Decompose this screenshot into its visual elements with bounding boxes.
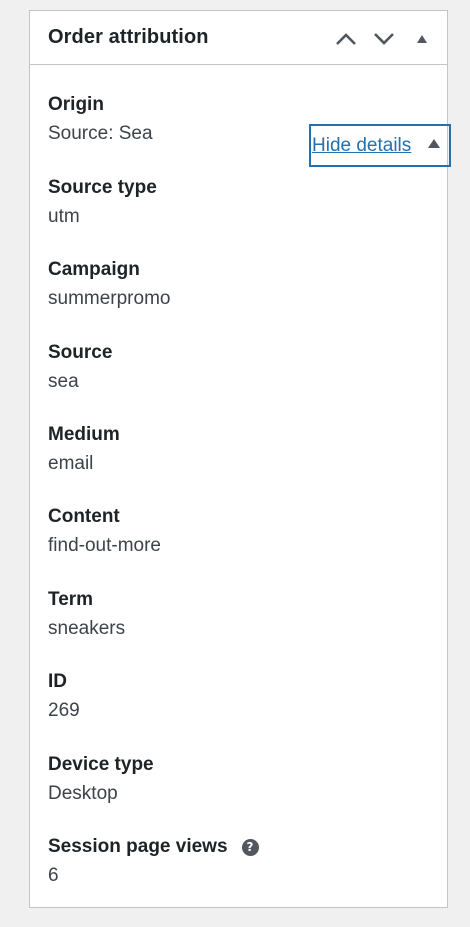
field-id: ID 269 [48, 670, 431, 723]
move-down-button[interactable] [369, 26, 399, 52]
field-value: find-out-more [48, 535, 161, 556]
hide-details-toggle[interactable]: Hide details [309, 124, 451, 167]
chevron-down-icon [374, 33, 394, 45]
field-value: 6 [48, 865, 59, 886]
field-label: Session page views [48, 836, 228, 857]
field-label: Term [48, 589, 94, 610]
panel-header: Order attribution [30, 11, 447, 65]
triangle-up-icon [428, 139, 440, 148]
field-source-type: Source type utm [48, 176, 431, 229]
field-session-page-views: Session page views ? 6 [48, 835, 431, 888]
field-label: ID [48, 671, 67, 692]
chevron-up-icon [336, 33, 356, 45]
hide-details-link[interactable]: Hide details [312, 135, 411, 157]
order-attribution-panel: Order attribution Origin Source: Sea Hid… [29, 10, 451, 908]
field-label: Campaign [48, 259, 140, 280]
toggle-panel-button[interactable] [407, 26, 437, 52]
field-label: Content [48, 506, 120, 527]
field-term: Term sneakers [48, 588, 431, 641]
field-value: utm [48, 206, 80, 227]
field-label: Source type [48, 177, 157, 198]
field-label: Device type [48, 754, 154, 775]
field-value: Desktop [48, 783, 118, 804]
field-value: email [48, 453, 94, 474]
panel-header-controls [323, 26, 437, 52]
field-content: Content find-out-more [48, 505, 431, 558]
field-source: Source sea [48, 341, 431, 394]
field-label-row: Session page views ? [48, 835, 431, 859]
field-value: sneakers [48, 618, 126, 639]
triangle-up-icon [417, 35, 427, 43]
help-icon[interactable]: ? [241, 838, 259, 856]
field-label: Source [48, 342, 113, 363]
field-medium: Medium email [48, 423, 431, 476]
field-device-type: Device type Desktop [48, 753, 431, 806]
panel-title: Order attribution [48, 26, 209, 48]
field-campaign: Campaign summerpromo [48, 258, 431, 311]
field-value: 269 [48, 700, 80, 721]
field-value: summerpromo [48, 288, 171, 309]
field-value: sea [48, 371, 79, 392]
field-label: Origin [48, 94, 104, 115]
field-label: Medium [48, 424, 120, 445]
move-up-button[interactable] [331, 26, 361, 52]
